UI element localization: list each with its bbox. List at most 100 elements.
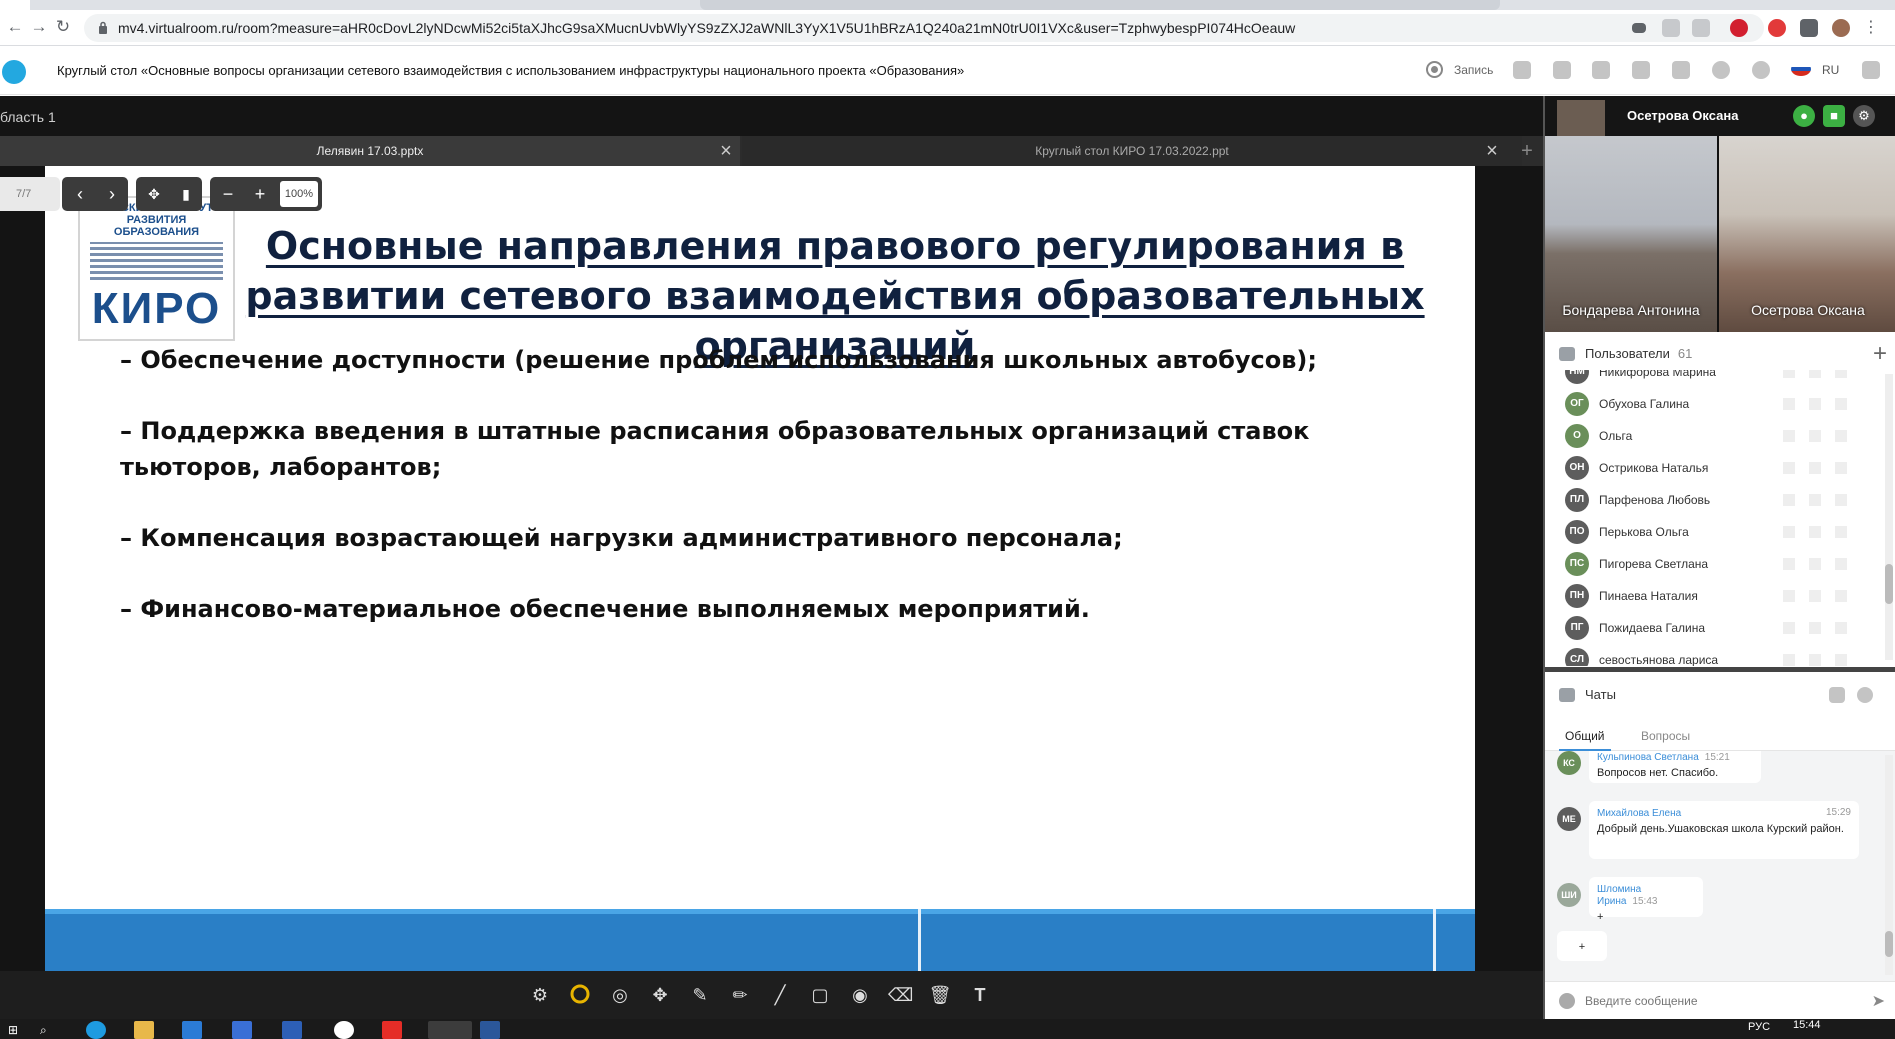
video-app-icon[interactable]: [232, 1021, 252, 1039]
star-icon[interactable]: [1692, 19, 1710, 37]
message-input[interactable]: [1585, 988, 1855, 1014]
edge-icon[interactable]: [86, 1021, 106, 1039]
emoji-icon[interactable]: [1559, 993, 1575, 1009]
video-tile[interactable]: Бондарева Антонина: [1545, 136, 1717, 332]
tab-document-2[interactable]: Круглый стол КИРО 17.03.2022.ppt: [742, 136, 1522, 166]
language-selector[interactable]: RU: [1822, 63, 1839, 77]
fit-page-icon[interactable]: ✥: [138, 177, 170, 211]
yandex-browser-icon[interactable]: [382, 1021, 402, 1039]
trash-icon[interactable]: 🗑: [928, 983, 952, 1007]
tab-general-chat[interactable]: Общий: [1559, 729, 1610, 751]
list-item[interactable]: ПО Перькова Ольга: [1565, 520, 1865, 544]
mail-icon[interactable]: [182, 1021, 202, 1039]
profile-avatar[interactable]: [1832, 19, 1850, 37]
list-item[interactable]: О Ольга: [1565, 424, 1865, 448]
yandex-icon[interactable]: [334, 1021, 354, 1039]
word-icon[interactable]: [480, 1021, 500, 1039]
adblock-icon[interactable]: [1768, 19, 1786, 37]
user-controls[interactable]: [1783, 590, 1859, 602]
line-icon[interactable]: ╱: [768, 983, 792, 1007]
pencil-icon[interactable]: ✏: [728, 983, 752, 1007]
forward-arrow-icon[interactable]: →: [28, 16, 50, 38]
list-item[interactable]: ОГ Обухова Галина: [1565, 392, 1865, 416]
tab-document-1[interactable]: Лелявин 17.03.pptx: [0, 136, 740, 166]
chrome-icon[interactable]: [428, 1021, 472, 1039]
rectangle-icon[interactable]: ▢: [808, 983, 832, 1007]
user-controls[interactable]: [1783, 622, 1859, 634]
user-controls[interactable]: [1783, 526, 1859, 538]
list-item[interactable]: ПС Пигорева Светлана: [1565, 552, 1865, 576]
message-list-scrollbar[interactable]: [1885, 755, 1893, 975]
message-author[interactable]: Михайлова Елена: [1597, 808, 1681, 819]
close-icon[interactable]: ×: [1482, 136, 1502, 166]
zoom-level[interactable]: 100%: [280, 181, 318, 207]
microphone-icon[interactable]: ●: [1793, 105, 1815, 127]
video-tile[interactable]: Осетрова Оксана: [1719, 136, 1895, 332]
screen-share-icon[interactable]: [1553, 61, 1571, 79]
add-tab-icon[interactable]: +: [1515, 136, 1539, 166]
next-page-icon[interactable]: ›: [96, 177, 128, 211]
menu-kebab-icon[interactable]: ⋮: [1862, 19, 1880, 37]
page-indicator[interactable]: 7/7: [0, 177, 60, 211]
user-controls[interactable]: [1783, 398, 1859, 410]
windows-start-icon[interactable]: ⊞: [8, 1021, 28, 1039]
fit-width-icon[interactable]: ▮: [170, 177, 202, 211]
gear-icon[interactable]: [1752, 61, 1770, 79]
extension-icon[interactable]: [1730, 19, 1748, 37]
eraser-icon[interactable]: ⌫: [888, 983, 913, 1007]
gear-icon[interactable]: ⚙: [528, 983, 552, 1007]
user-controls[interactable]: [1783, 430, 1859, 442]
gear-icon[interactable]: ⚙: [1853, 105, 1875, 127]
list-item[interactable]: ПН Пинаева Наталия: [1565, 584, 1865, 608]
gear-icon[interactable]: [1857, 687, 1873, 703]
message-author[interactable]: Кульпинова Светлана: [1597, 752, 1699, 763]
color-picker-icon[interactable]: [568, 983, 592, 1007]
puzzle-icon[interactable]: [1800, 19, 1818, 37]
user-controls[interactable]: [1783, 370, 1859, 378]
user-controls[interactable]: [1783, 558, 1859, 570]
shape-icon[interactable]: ◉: [848, 983, 872, 1007]
user-list-scrollbar[interactable]: [1885, 374, 1893, 660]
zoom-in-icon[interactable]: +: [244, 177, 276, 211]
folder-icon[interactable]: [134, 1021, 154, 1039]
panel-resize-handle[interactable]: [1545, 667, 1895, 672]
prev-page-icon[interactable]: ‹: [64, 177, 96, 211]
user-settings-icon[interactable]: [1672, 61, 1690, 79]
text-tool-icon[interactable]: T: [968, 983, 992, 1007]
search-icon[interactable]: ⌕: [40, 1021, 60, 1039]
user-controls[interactable]: [1783, 462, 1859, 474]
user-controls[interactable]: [1783, 494, 1859, 506]
move-icon[interactable]: ✥: [648, 983, 672, 1007]
list-item[interactable]: ПЛ Парфенова Любовь: [1565, 488, 1865, 512]
layout-grid-icon[interactable]: [1513, 61, 1531, 79]
browser-tab[interactable]: [0, 0, 30, 10]
exit-icon[interactable]: [1862, 61, 1880, 79]
add-user-icon[interactable]: +: [1873, 340, 1887, 368]
camera-icon[interactable]: ■: [1823, 105, 1845, 127]
keyboard-language[interactable]: РУС: [1748, 1021, 1770, 1033]
list-item[interactable]: ОН Острикова Наталья: [1565, 456, 1865, 480]
camera-icon[interactable]: [1632, 23, 1646, 33]
app-icon[interactable]: [282, 1021, 302, 1039]
document-icon[interactable]: [1592, 61, 1610, 79]
send-icon[interactable]: ➤: [1872, 991, 1885, 1011]
tab-questions[interactable]: Вопросы: [1641, 729, 1690, 743]
system-clock[interactable]: 15:44: [1793, 1019, 1821, 1031]
pointer-icon[interactable]: ◎: [608, 983, 632, 1007]
address-bar[interactable]: mv4.virtualroom.ru/room?measure=aHR0cDov…: [84, 14, 1764, 42]
list-item[interactable]: ПГ Пожидаева Галина: [1565, 616, 1865, 640]
share-icon[interactable]: [1662, 19, 1680, 37]
flag-icon[interactable]: [1791, 62, 1811, 76]
back-arrow-icon[interactable]: ←: [4, 16, 26, 38]
record-icon[interactable]: [1426, 61, 1443, 78]
chat-list-icon[interactable]: [1829, 687, 1845, 703]
close-icon[interactable]: ×: [716, 136, 736, 166]
folder-icon[interactable]: [1632, 61, 1650, 79]
reload-icon[interactable]: ↻: [52, 16, 74, 38]
user-controls[interactable]: [1783, 654, 1859, 666]
record-label[interactable]: Запись: [1454, 63, 1493, 77]
browser-tab[interactable]: [700, 0, 1500, 10]
brush-icon[interactable]: ✎: [688, 983, 712, 1007]
list-item[interactable]: СЛ севостьянова лариса: [1565, 648, 1865, 666]
zoom-out-icon[interactable]: −: [212, 177, 244, 211]
